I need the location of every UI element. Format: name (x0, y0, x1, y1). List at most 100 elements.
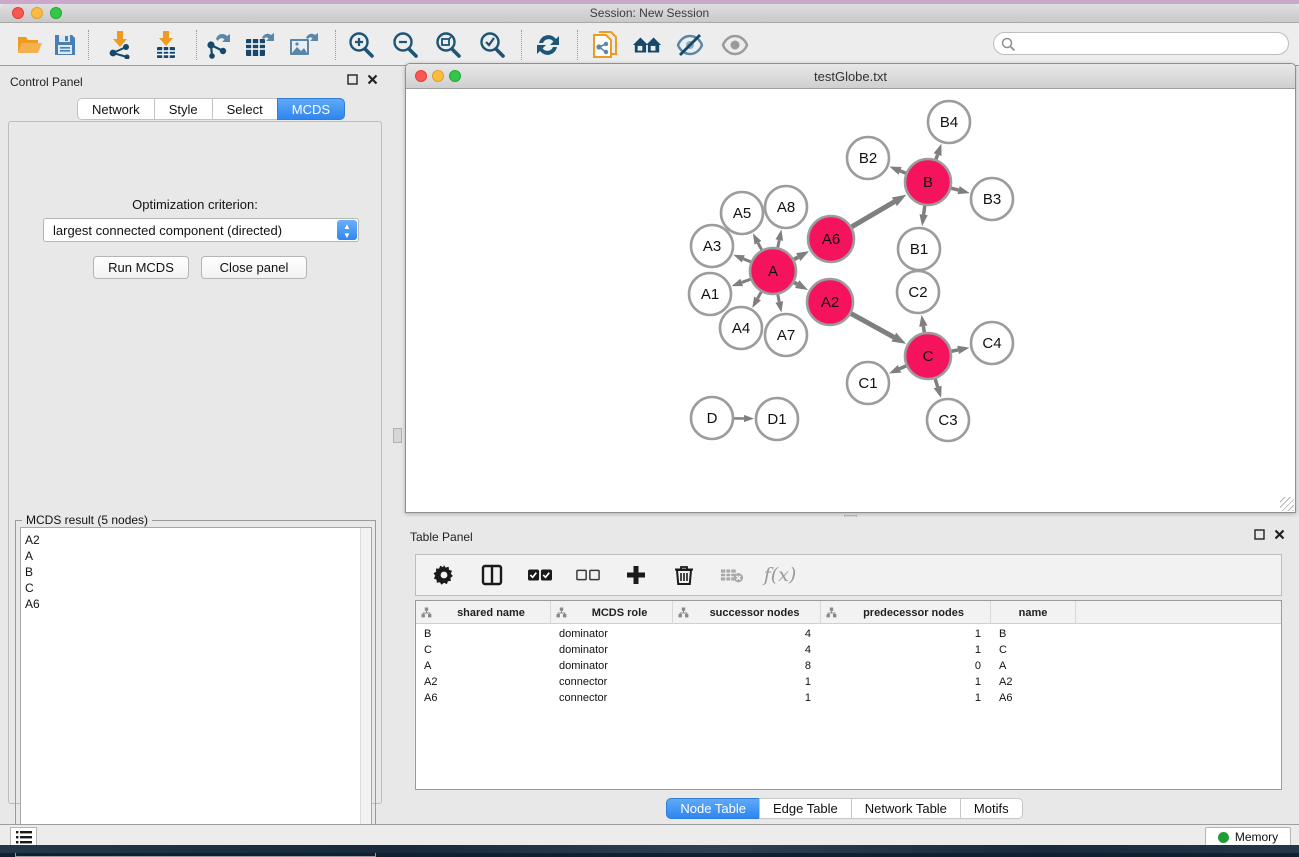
table-cell[interactable]: 1 (673, 690, 821, 706)
edge-C-C3[interactable] (935, 379, 938, 387)
column-header-successor-nodes[interactable]: successor nodes (673, 601, 821, 624)
edge-A-A4[interactable] (758, 292, 762, 299)
open-network-file-icon[interactable] (590, 31, 620, 59)
edge-A-A5[interactable] (758, 243, 762, 250)
network-node-C1[interactable]: C1 (847, 362, 889, 404)
mcds-result-item[interactable]: C (21, 580, 371, 596)
zoom-fit-icon[interactable] (433, 31, 463, 59)
table-cell[interactable]: dominator (551, 642, 673, 658)
table-cell[interactable]: C (991, 642, 1076, 658)
mcds-result-item[interactable]: B (21, 564, 371, 580)
tab-node-table[interactable]: Node Table (666, 798, 759, 819)
edge-A6-B[interactable] (852, 202, 895, 227)
scrollbar-track[interactable] (360, 528, 371, 852)
table-row[interactable]: A2connector11A2 (416, 674, 1281, 690)
network-node-C[interactable]: C (905, 333, 951, 379)
export-network-icon[interactable] (203, 31, 233, 59)
tab-motifs[interactable]: Motifs (960, 798, 1023, 819)
edge-C-C1[interactable] (900, 366, 907, 369)
window-resize-grip[interactable] (1280, 497, 1294, 511)
function-builder-icon[interactable]: f(x) (768, 563, 792, 587)
search-input[interactable] (1020, 35, 1280, 52)
table-cell[interactable]: 1 (673, 674, 821, 690)
tab-select[interactable]: Select (212, 98, 277, 120)
table-row[interactable]: Bdominator41B (416, 626, 1281, 642)
float-panel-icon[interactable] (347, 74, 358, 88)
import-network-icon[interactable] (105, 31, 135, 59)
network-node-B[interactable]: B (905, 159, 951, 205)
run-mcds-button[interactable]: Run MCDS (93, 256, 189, 279)
network-node-B4[interactable]: B4 (928, 101, 970, 143)
task-history-button[interactable] (10, 827, 37, 847)
table-row[interactable]: Cdominator41C (416, 642, 1281, 658)
edge-B-B4[interactable] (936, 155, 938, 160)
close-panel-button[interactable]: Close panel (201, 256, 307, 279)
zoom-in-icon[interactable] (346, 31, 376, 59)
float-table-panel-icon[interactable] (1254, 529, 1265, 543)
table-cell[interactable]: A2 (991, 674, 1076, 690)
tab-edge-table[interactable]: Edge Table (759, 798, 851, 819)
deselect-all-checkbox-icon[interactable] (576, 563, 600, 587)
network-node-C2[interactable]: C2 (897, 271, 939, 313)
tab-network-table[interactable]: Network Table (851, 798, 960, 819)
column-header-predecessor-nodes[interactable]: predecessor nodes (821, 601, 991, 624)
table-cell[interactable]: 0 (821, 658, 991, 674)
table-cell[interactable]: dominator (551, 658, 673, 674)
network-node-C4[interactable]: C4 (971, 322, 1013, 364)
edge-C-C2[interactable] (923, 326, 924, 332)
table-row[interactable]: A6connector11A6 (416, 690, 1281, 706)
edge-B-B1[interactable] (924, 206, 925, 215)
edge-A-A6[interactable] (794, 257, 798, 259)
network-node-A7[interactable]: A7 (765, 314, 807, 356)
network-node-D[interactable]: D (691, 397, 733, 439)
table-cell[interactable]: 1 (821, 690, 991, 706)
edge-B-B2[interactable] (900, 171, 906, 173)
tab-style[interactable]: Style (154, 98, 212, 120)
edge-A-A2[interactable] (794, 282, 797, 284)
table-cell[interactable]: connector (551, 674, 673, 690)
select-all-checkbox-icon[interactable] (528, 563, 552, 587)
open-file-icon[interactable] (15, 31, 45, 59)
delete-table-icon[interactable] (720, 563, 744, 587)
vertical-splitter-handle[interactable] (393, 428, 402, 443)
edge-B-B3[interactable] (951, 188, 958, 190)
import-table-icon[interactable] (151, 31, 181, 59)
table-cell[interactable]: A6 (416, 690, 551, 706)
delete-column-icon[interactable] (672, 563, 696, 587)
optimization-criterion-select[interactable]: largest connected component (directed) ▲… (43, 218, 359, 242)
table-settings-icon[interactable] (432, 563, 456, 587)
mcds-result-item[interactable]: A2 (21, 532, 371, 548)
network-node-A1[interactable]: A1 (689, 273, 731, 315)
tab-network[interactable]: Network (77, 98, 154, 120)
table-cell[interactable]: 8 (673, 658, 821, 674)
edge-A-A8[interactable] (778, 240, 779, 247)
network-node-A[interactable]: A (750, 248, 796, 294)
column-header-MCDS-role[interactable]: MCDS role (551, 601, 673, 624)
network-graph-canvas[interactable]: B4B2BB3A5A8A6B1A3AA1C2A2A4A7C4CC1C3DD1 (407, 89, 1295, 512)
network-node-B1[interactable]: B1 (898, 228, 940, 270)
close-table-panel-icon[interactable] (1274, 529, 1285, 543)
network-node-D1[interactable]: D1 (756, 398, 798, 440)
save-session-icon[interactable] (50, 31, 80, 59)
network-node-B2[interactable]: B2 (847, 137, 889, 179)
table-cell[interactable]: B (991, 626, 1076, 642)
table-cell[interactable]: dominator (551, 626, 673, 642)
mcds-result-item[interactable]: A (21, 548, 371, 564)
network-node-A4[interactable]: A4 (720, 307, 762, 349)
network-node-C3[interactable]: C3 (927, 399, 969, 441)
network-window-titlebar[interactable]: testGlobe.txt (406, 64, 1295, 89)
add-column-icon[interactable] (624, 563, 648, 587)
zoom-out-icon[interactable] (390, 31, 420, 59)
table-cell[interactable]: connector (551, 690, 673, 706)
refresh-view-icon[interactable] (533, 31, 563, 59)
memory-button[interactable]: Memory (1205, 827, 1291, 847)
edge-A-A7[interactable] (778, 295, 779, 302)
edge-A-A1[interactable] (742, 279, 751, 282)
edge-A2-C[interactable] (851, 314, 894, 338)
table-cell[interactable]: A6 (991, 690, 1076, 706)
network-node-A5[interactable]: A5 (721, 192, 763, 234)
tab-mcds[interactable]: MCDS (277, 98, 345, 120)
home-network-icon[interactable] (632, 31, 662, 59)
table-cell[interactable]: 4 (673, 626, 821, 642)
network-node-B3[interactable]: B3 (971, 178, 1013, 220)
